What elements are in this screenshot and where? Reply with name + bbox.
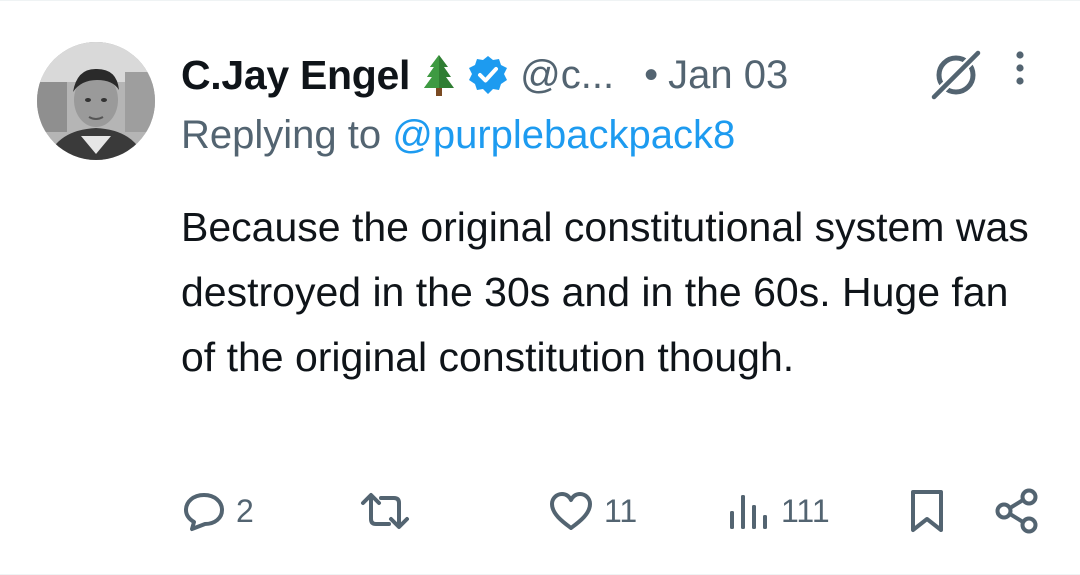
- bookmark-button[interactable]: [908, 481, 946, 541]
- replying-to: Replying to @purplebackpack8: [181, 113, 735, 158]
- more-vertical-icon[interactable]: [1010, 49, 1030, 89]
- tweet-date[interactable]: Jan 03: [668, 53, 788, 98]
- avatar-image: [37, 42, 155, 160]
- author-name[interactable]: C.Jay Engel: [181, 52, 410, 99]
- separator-dot: •: [644, 52, 659, 97]
- reply-button[interactable]: 2: [182, 481, 254, 541]
- tweet: C.Jay Engel @c... • Jan 03 Replying to @…: [0, 0, 1080, 575]
- avatar[interactable]: [37, 42, 155, 160]
- author-handle[interactable]: @c...: [520, 53, 614, 98]
- bookmark-icon: [911, 490, 943, 532]
- reply-count: 2: [236, 492, 254, 529]
- like-button[interactable]: 11: [548, 481, 637, 541]
- share-button[interactable]: [994, 481, 1040, 541]
- reply-icon: [184, 493, 224, 531]
- verified-icon[interactable]: [468, 55, 508, 95]
- grok-icon[interactable]: [928, 47, 984, 103]
- tweet-text: Because the original constitutional syst…: [181, 204, 1029, 380]
- action-bar: 2 11 111: [0, 481, 1080, 541]
- heart-icon: [550, 492, 592, 530]
- replying-to-user-link[interactable]: @purplebackpack8: [392, 113, 735, 157]
- tree-emoji-icon: [422, 53, 456, 97]
- share-icon: [995, 488, 1038, 534]
- like-count: 11: [604, 492, 638, 529]
- views-count: 111: [781, 492, 830, 529]
- views-button[interactable]: 111: [727, 481, 830, 541]
- repost-icon: [361, 493, 409, 529]
- tweet-header: C.Jay Engel @c... • Jan 03: [181, 45, 788, 105]
- repost-button[interactable]: [357, 481, 423, 541]
- views-chart-icon: [730, 495, 767, 529]
- replying-to-label: Replying to: [181, 113, 393, 157]
